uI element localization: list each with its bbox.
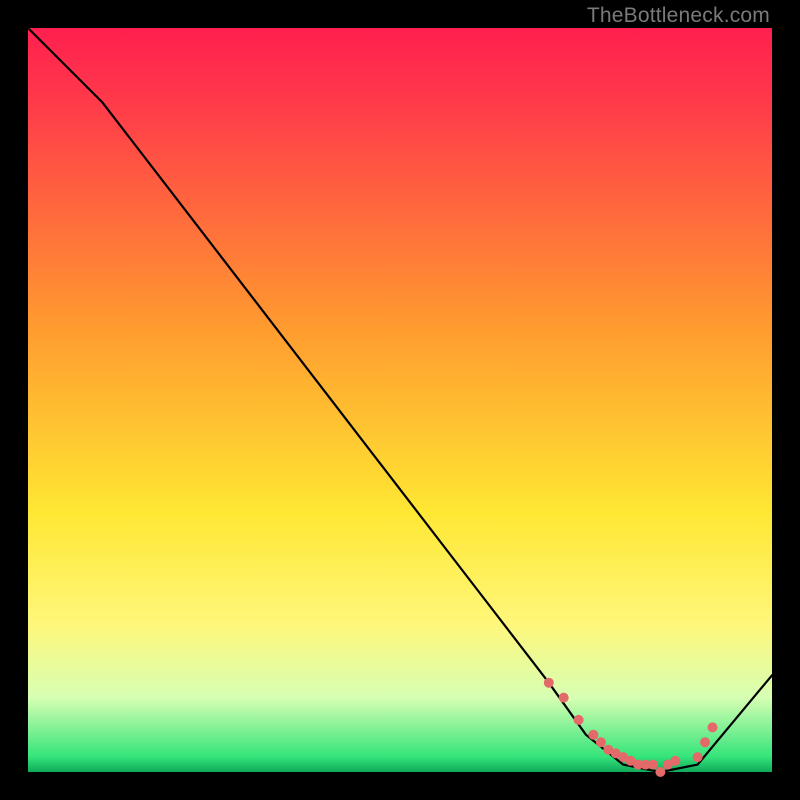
chart-frame: TheBottleneck.com [0, 0, 800, 800]
marker-point [700, 737, 710, 747]
marker-point [655, 767, 665, 777]
marker-point [544, 678, 554, 688]
marker-point [588, 730, 598, 740]
marker-point [559, 693, 569, 703]
marker-group [544, 678, 718, 777]
marker-point [596, 737, 606, 747]
chart-svg [28, 28, 772, 772]
marker-point [708, 722, 718, 732]
marker-point [693, 752, 703, 762]
bottleneck-curve [28, 28, 772, 772]
watermark: TheBottleneck.com [587, 4, 770, 28]
marker-point [648, 760, 658, 770]
marker-point [574, 715, 584, 725]
marker-point [670, 756, 680, 766]
plot-area [28, 28, 772, 772]
